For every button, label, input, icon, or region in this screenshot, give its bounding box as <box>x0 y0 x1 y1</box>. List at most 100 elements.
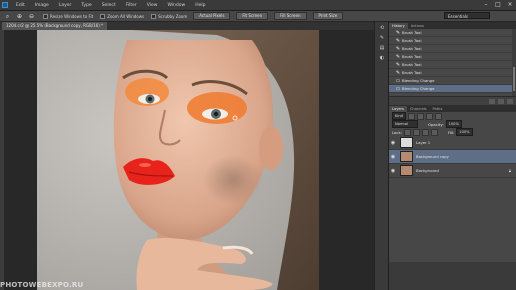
lock-transparent-icon[interactable] <box>403 128 411 136</box>
layers-panel: Kind Normal Opacity: 100% Lock: Fill: 10… <box>389 112 516 262</box>
layer-row[interactable]: ◉ Layer 1 <box>389 136 516 150</box>
photoshop-logo-icon <box>2 2 8 8</box>
brush-icon: ✎ <box>395 45 401 52</box>
history-panel-tabs: History Actions <box>389 22 516 29</box>
scroll-thumb[interactable] <box>513 67 515 91</box>
filter-pixel-icon[interactable] <box>407 112 415 120</box>
brush-icon: ✎ <box>395 69 401 76</box>
new-document-icon[interactable] <box>489 98 495 104</box>
history-item-label: Brush Tool <box>402 38 422 43</box>
menu-edit[interactable]: Edit <box>11 3 30 8</box>
history-item-label: Brush Tool <box>402 62 422 67</box>
history-item[interactable]: ✎ Brush Tool <box>389 69 516 77</box>
print-size-button[interactable]: Print Size <box>312 12 344 20</box>
filter-adjustment-icon[interactable] <box>416 112 424 120</box>
fit-screen-button[interactable]: Fit Screen <box>236 12 269 20</box>
history-list: ✎ Brush Tool ✎ Brush Tool ✎ Brush Tool ✎ Bru… <box>389 29 516 96</box>
history-item[interactable]: ▭ Blending Change <box>389 77 516 85</box>
lock-row: Lock: Fill: 100% <box>389 128 516 136</box>
snapshot-icon[interactable] <box>498 98 504 104</box>
layers-panel-tabs: Layers Channels Paths <box>389 105 516 112</box>
visibility-eye-icon[interactable]: ◉ <box>389 154 397 160</box>
resize-windows-checkbox[interactable]: Resize Windows to Fit <box>43 13 94 19</box>
blending-icon: ▭ <box>395 85 401 92</box>
history-item-label: Brush Tool <box>402 46 422 51</box>
fill-label: Fill: <box>447 129 455 135</box>
history-item-selected[interactable]: ▭ Blending Change <box>389 85 516 93</box>
pasteboard-right <box>319 30 374 290</box>
layer-thumbnail <box>400 165 413 176</box>
history-scrollbar[interactable] <box>512 29 516 96</box>
actual-pixels-button[interactable]: Actual Pixels <box>193 12 231 20</box>
history-item[interactable]: ✎ Brush Tool <box>389 53 516 61</box>
properties-icon[interactable]: ▤ <box>378 45 387 52</box>
adjustments-icon[interactable]: ◐ <box>378 55 387 62</box>
trash-icon[interactable] <box>507 98 513 104</box>
menu-help[interactable]: Help <box>190 3 210 8</box>
workspace-select[interactable]: Essentials <box>444 12 490 19</box>
zoom-tool-icon[interactable]: ⌕ <box>3 13 12 20</box>
layer-row[interactable]: ◉ Background 🔒︎ <box>389 164 516 178</box>
document-canvas[interactable] <box>37 30 319 290</box>
zoom-all-windows-checkbox[interactable]: Zoom All Windows <box>100 13 144 19</box>
zoom-out-icon[interactable]: ⊖ <box>27 13 36 20</box>
options-bar: ⌕ ⊕ ⊖ Resize Windows to Fit Zoom All Win… <box>0 11 516 22</box>
filter-type-icon[interactable] <box>425 112 433 120</box>
watermark: PHOTOWEBEXPO.RU <box>0 281 84 289</box>
fill-screen-button[interactable]: Fill Screen <box>274 12 307 20</box>
portrait-photo <box>37 30 319 290</box>
layer-name: Background copy <box>416 154 449 159</box>
zoom-in-icon[interactable]: ⊕ <box>15 13 24 20</box>
lock-pixels-icon[interactable] <box>412 128 420 136</box>
visibility-eye-icon[interactable]: ◉ <box>389 168 397 174</box>
history-item[interactable]: ✎ Brush Tool <box>389 29 516 37</box>
lock-icon: 🔒︎ <box>508 168 511 173</box>
checkbox-label: Scrubby Zoom <box>158 13 188 19</box>
menu-select[interactable]: Select <box>97 3 121 8</box>
checkbox-box[interactable] <box>100 13 106 19</box>
lock-position-icon[interactable] <box>421 128 429 136</box>
layer-filter-row: Kind <box>389 112 516 120</box>
pasteboard-left <box>4 30 37 290</box>
history-item-label: Brush Tool <box>402 70 422 75</box>
menu-view[interactable]: View <box>142 3 163 8</box>
visibility-eye-icon[interactable]: ◉ <box>389 140 397 146</box>
fill-input[interactable]: 100% <box>456 128 473 136</box>
brush-icon: ✎ <box>395 53 401 60</box>
brush-icon: ✎ <box>395 61 401 68</box>
checkbox-box[interactable] <box>151 13 157 19</box>
history-item-label: Brush Tool <box>402 30 422 35</box>
history-item[interactable]: ✎ Brush Tool <box>389 37 516 45</box>
menu-image[interactable]: Image <box>30 3 54 8</box>
menu-window[interactable]: Window <box>162 3 190 8</box>
brush-preset-icon[interactable]: ✎ <box>378 35 387 42</box>
blend-mode-select[interactable]: Normal <box>392 120 418 128</box>
minimize-icon[interactable]: – <box>480 1 492 9</box>
checkbox-box[interactable] <box>43 13 48 19</box>
layer-thumbnail <box>400 151 413 162</box>
checkbox-label: Resize Windows to Fit <box>50 13 94 19</box>
history-item[interactable]: ✎ Brush Tool <box>389 45 516 53</box>
history-item-label: Blending Change <box>402 86 435 91</box>
history-panel-icon[interactable]: ⟲ <box>378 25 387 32</box>
filter-shape-icon[interactable] <box>434 112 442 120</box>
lock-all-icon[interactable] <box>430 128 438 136</box>
menu-layer[interactable]: Layer <box>54 3 77 8</box>
opacity-label: Opacity: <box>428 121 444 127</box>
window-controls: – □ × <box>480 1 516 9</box>
layer-row-selected[interactable]: ◉ Background copy <box>389 150 516 164</box>
menu-bar: Edit Image Layer Type Select Filter View… <box>0 0 516 11</box>
history-footer <box>389 96 516 105</box>
menu-type[interactable]: Type <box>76 3 96 8</box>
blend-row: Normal Opacity: 100% <box>389 120 516 128</box>
kind-filter-select[interactable]: Kind <box>392 112 406 120</box>
opacity-input[interactable]: 100% <box>445 120 462 128</box>
maximize-icon[interactable]: □ <box>492 1 504 9</box>
close-icon[interactable]: × <box>504 1 516 9</box>
history-item[interactable]: ✎ Brush Tool <box>389 61 516 69</box>
blending-icon: ▭ <box>395 77 401 84</box>
scrubby-zoom-checkbox[interactable]: Scrubby Zoom <box>151 13 188 19</box>
menu-filter[interactable]: Filter <box>121 3 142 8</box>
history-item-label: Brush Tool <box>402 54 422 59</box>
document-tab[interactable]: 1204.cr2 @ 25.5% (Background copy, RGB/1… <box>2 22 108 30</box>
